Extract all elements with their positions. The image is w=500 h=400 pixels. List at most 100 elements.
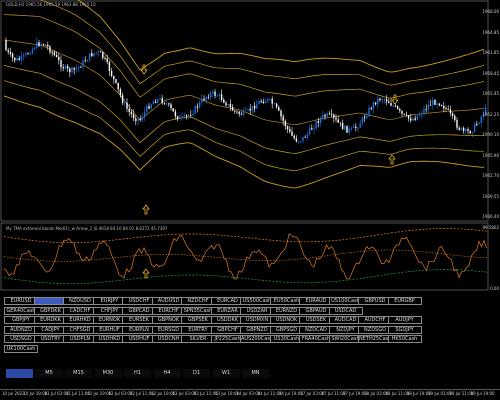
timeframe-button[interactable]: M1 bbox=[6, 369, 33, 378]
candle-body bbox=[236, 111, 238, 113]
symbol-button[interactable]: UK100Cash bbox=[4, 344, 38, 353]
timeframe-button[interactable]: D1 bbox=[183, 369, 210, 378]
candle-body bbox=[403, 113, 405, 115]
candle-body bbox=[42, 43, 45, 45]
candle-body bbox=[201, 98, 203, 103]
candle-body bbox=[227, 103, 229, 106]
price-chart[interactable] bbox=[0, 0, 500, 222]
candle-body bbox=[29, 53, 31, 55]
arrow-up-icon bbox=[142, 268, 150, 279]
candle-body bbox=[11, 53, 14, 58]
time-axis-label: 19 Jul 19:00 bbox=[470, 391, 495, 396]
candle-body bbox=[264, 101, 267, 104]
price-scale-label: 1949.10 bbox=[482, 132, 499, 137]
band-line bbox=[38, 0, 485, 86]
candle-body bbox=[80, 66, 82, 68]
candle-body bbox=[454, 115, 456, 120]
chart-title: GOLD,H1 1965.56 1965.59 1963.88 1965.10 bbox=[6, 2, 96, 7]
candle-body bbox=[161, 98, 163, 103]
candle-body bbox=[304, 136, 306, 138]
symbol-button[interactable]: AUDJPY bbox=[387, 316, 422, 324]
candle-body bbox=[445, 108, 447, 110]
candle-body bbox=[51, 52, 53, 54]
candle-body bbox=[449, 109, 452, 114]
candle-body bbox=[69, 68, 71, 73]
candle-body bbox=[33, 48, 36, 49]
price-scale-label: 1964.85 bbox=[482, 29, 499, 35]
candle-body bbox=[469, 131, 471, 134]
timeframe-button[interactable]: W1 bbox=[212, 369, 240, 378]
candle-body bbox=[418, 114, 421, 116]
candle-body bbox=[64, 65, 67, 69]
candle-body bbox=[143, 111, 146, 118]
timeframe-button[interactable]: M5 bbox=[35, 369, 63, 378]
candle-body bbox=[5, 40, 7, 51]
candle-body bbox=[256, 104, 258, 109]
candle-body bbox=[366, 116, 368, 119]
candle-body bbox=[421, 113, 423, 115]
timeframe-button[interactable]: H1 bbox=[124, 369, 151, 378]
indicator-frame bbox=[0, 222, 489, 291]
candle-body bbox=[62, 67, 64, 69]
candle-body bbox=[302, 136, 304, 141]
candle-body bbox=[317, 121, 320, 123]
symbol-button[interactable]: USDCAD bbox=[328, 306, 363, 315]
candle-body bbox=[313, 128, 315, 130]
candle-body bbox=[168, 103, 170, 105]
candle-body bbox=[258, 101, 260, 105]
symbol-button[interactable]: EURGBP bbox=[387, 297, 422, 305]
candle-body bbox=[410, 118, 412, 121]
arrow-up-icon bbox=[388, 154, 396, 165]
indicator-chart[interactable] bbox=[0, 222, 500, 292]
candle-body bbox=[165, 103, 168, 105]
candle-body bbox=[394, 105, 397, 107]
candle-body bbox=[348, 128, 350, 133]
candle-body bbox=[157, 98, 159, 103]
price-scale-label: 1939.55 bbox=[482, 193, 499, 199]
candle-body bbox=[194, 106, 196, 114]
candle-body bbox=[71, 67, 73, 73]
candle-body bbox=[465, 129, 467, 131]
candle-body bbox=[385, 99, 388, 102]
oscillator-line bbox=[3, 233, 487, 280]
price-scale-label: 1945.90 bbox=[482, 152, 499, 158]
candle-body bbox=[278, 107, 280, 111]
timeframe-button[interactable]: H4 bbox=[153, 369, 181, 378]
symbol-button[interactable]: SGDJPY bbox=[387, 325, 422, 334]
candle-body bbox=[141, 117, 144, 120]
candle-body bbox=[159, 98, 161, 99]
candle-body bbox=[319, 117, 322, 123]
candle-body bbox=[231, 106, 234, 111]
timeframe-button[interactable]: M15 bbox=[65, 369, 92, 378]
candle-body bbox=[14, 57, 16, 61]
candle-body bbox=[20, 56, 23, 61]
candle-body bbox=[154, 101, 157, 103]
candle-body bbox=[198, 102, 201, 108]
candle-body bbox=[478, 122, 480, 125]
symbol-button[interactable]: HK50Cash bbox=[387, 335, 422, 343]
candle-body bbox=[438, 103, 441, 106]
candle-body bbox=[333, 114, 335, 118]
candle-body bbox=[443, 105, 445, 109]
candle-body bbox=[458, 127, 460, 130]
candle-body bbox=[322, 114, 324, 118]
candle-body bbox=[436, 103, 438, 105]
candle-body bbox=[412, 118, 414, 121]
candle-body bbox=[416, 115, 419, 120]
candle-body bbox=[286, 126, 289, 130]
timeframe-button[interactable]: M30 bbox=[94, 369, 122, 378]
timeframe-button[interactable]: MN bbox=[242, 369, 269, 378]
candle-body bbox=[372, 102, 375, 109]
arrow-down-icon bbox=[391, 94, 399, 105]
candle-body bbox=[60, 60, 62, 68]
candle-body bbox=[229, 103, 232, 107]
candle-body bbox=[308, 128, 311, 134]
candle-body bbox=[223, 99, 225, 103]
candle-body bbox=[396, 105, 399, 109]
candle-body bbox=[31, 48, 34, 54]
candle-body bbox=[181, 116, 183, 117]
candle-body bbox=[18, 58, 20, 61]
price-scale-label: 1958.45 bbox=[482, 70, 499, 76]
band-line bbox=[3, 65, 485, 154]
candle-body bbox=[174, 111, 177, 117]
